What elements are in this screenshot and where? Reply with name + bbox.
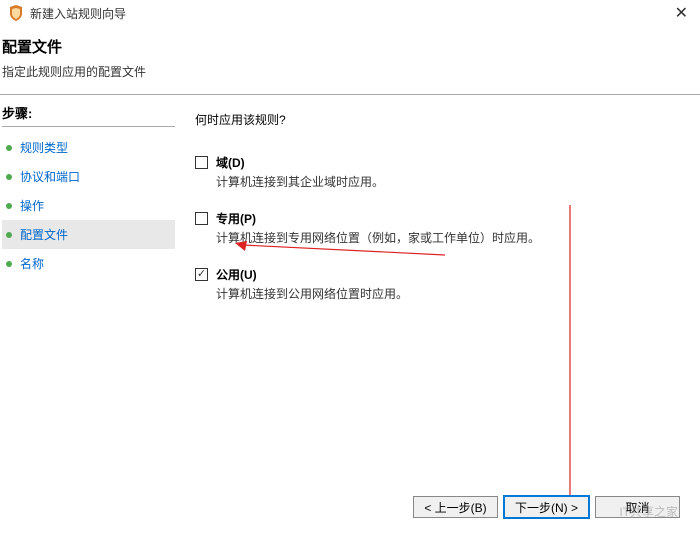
step-action[interactable]: 操作 (2, 191, 175, 220)
header: 配置文件 指定此规则应用的配置文件 (0, 26, 700, 86)
page-subtitle: 指定此规则应用的配置文件 (0, 63, 700, 80)
step-protocol-port[interactable]: 协议和端口 (2, 162, 175, 191)
step-label: 名称 (20, 255, 44, 272)
private-label: 专用(P) (216, 210, 256, 227)
steps-label: 步骤: (2, 103, 175, 127)
footer: < 上一步(B) 下一步(N) > 取消 (413, 496, 680, 518)
public-label: 公用(U) (216, 266, 257, 283)
cancel-button[interactable]: 取消 (595, 496, 680, 518)
step-label: 规则类型 (20, 139, 68, 156)
private-desc: 计算机连接到专用网络位置（例如，家或工作单位）时应用。 (216, 229, 680, 246)
option-private: 专用(P) 计算机连接到专用网络位置（例如，家或工作单位）时应用。 (195, 210, 680, 246)
page-title: 配置文件 (0, 36, 700, 57)
domain-desc: 计算机连接到其企业域时应用。 (216, 173, 680, 190)
close-icon[interactable]: ✕ (671, 3, 692, 23)
window-title: 新建入站规则向导 (30, 5, 671, 22)
step-bullet-icon (6, 145, 12, 151)
app-icon (8, 5, 24, 21)
step-label: 配置文件 (20, 226, 68, 243)
public-checkbox[interactable] (195, 268, 208, 281)
domain-checkbox[interactable] (195, 156, 208, 169)
step-bullet-icon (6, 261, 12, 267)
domain-label: 域(D) (216, 154, 245, 171)
content: 步骤: 规则类型 协议和端口 操作 配置文件 名称 何时应用该规则? 域(D) … (0, 95, 700, 499)
step-label: 协议和端口 (20, 168, 80, 185)
main-panel: 何时应用该规则? 域(D) 计算机连接到其企业域时应用。 专用(P) 计算机连接… (175, 95, 700, 499)
back-button[interactable]: < 上一步(B) (413, 496, 498, 518)
question-text: 何时应用该规则? (195, 111, 680, 128)
step-bullet-icon (6, 232, 12, 238)
next-button[interactable]: 下一步(N) > (504, 496, 589, 518)
step-rule-type[interactable]: 规则类型 (2, 133, 175, 162)
steps-sidebar: 步骤: 规则类型 协议和端口 操作 配置文件 名称 (0, 95, 175, 499)
titlebar: 新建入站规则向导 ✕ (0, 0, 700, 26)
option-public: 公用(U) 计算机连接到公用网络位置时应用。 (195, 266, 680, 302)
annotation-arrow-vertical (565, 205, 575, 495)
step-label: 操作 (20, 197, 44, 214)
private-checkbox[interactable] (195, 212, 208, 225)
step-bullet-icon (6, 203, 12, 209)
option-domain: 域(D) 计算机连接到其企业域时应用。 (195, 154, 680, 190)
step-bullet-icon (6, 174, 12, 180)
step-config-file[interactable]: 配置文件 (2, 220, 175, 249)
step-name[interactable]: 名称 (2, 249, 175, 278)
public-desc: 计算机连接到公用网络位置时应用。 (216, 285, 680, 302)
